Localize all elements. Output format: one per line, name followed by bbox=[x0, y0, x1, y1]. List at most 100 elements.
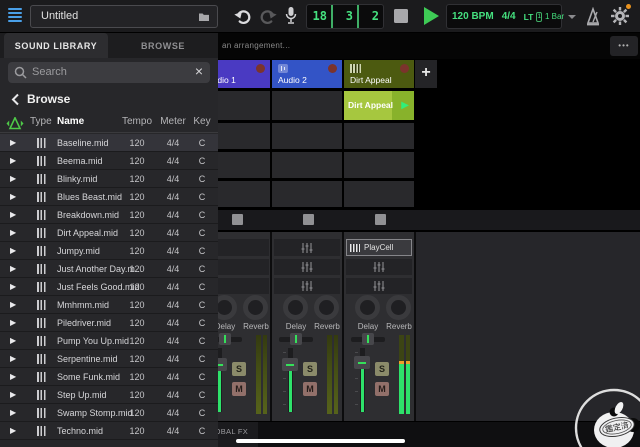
reverb-knob[interactable] bbox=[386, 295, 411, 320]
library-file-row[interactable]: ▶ Piledriver.mid 120 4/4 C bbox=[0, 314, 218, 332]
tempo-display[interactable]: 120 BPM 4/4 LT 1 1 Bar bbox=[446, 4, 577, 29]
preview-play-icon[interactable]: ▶ bbox=[10, 246, 16, 255]
preview-play-icon[interactable]: ▶ bbox=[10, 210, 16, 219]
mute-button[interactable]: M bbox=[303, 382, 317, 396]
preview-play-icon[interactable]: ▶ bbox=[10, 192, 16, 201]
delay-knob[interactable] bbox=[283, 295, 308, 320]
horizontal-scrollbar[interactable] bbox=[236, 439, 405, 443]
library-file-row[interactable]: ▶ Dirt Appeal.mid 120 4/4 C bbox=[0, 224, 218, 242]
stop-clip-button[interactable] bbox=[303, 214, 314, 225]
pan-handle[interactable] bbox=[219, 333, 231, 345]
track-header-dirt-appeal[interactable]: Dirt Appeal bbox=[344, 60, 414, 88]
device-slot[interactable] bbox=[274, 259, 340, 275]
record-arm-icon[interactable] bbox=[256, 64, 265, 73]
library-file-row[interactable]: ▶ Swamp Stomp.mid 120 4/4 C bbox=[0, 404, 218, 422]
folder-icon[interactable] bbox=[198, 12, 210, 22]
tab-sound-library[interactable]: SOUND LIBRARY bbox=[4, 33, 108, 58]
empty-clip-slot[interactable] bbox=[218, 91, 270, 120]
reverb-knob[interactable] bbox=[314, 295, 339, 320]
empty-clip-slot[interactable] bbox=[344, 123, 414, 149]
reverb-knob[interactable] bbox=[243, 295, 268, 320]
empty-clip-slot[interactable] bbox=[218, 181, 270, 207]
track-header-audio-1[interactable]: Audio 1 bbox=[218, 60, 270, 88]
preview-play-icon[interactable]: ▶ bbox=[10, 318, 16, 327]
column-name[interactable]: Name bbox=[57, 116, 84, 127]
metronome-icon[interactable] bbox=[584, 7, 602, 26]
global-fx-tab[interactable]: GLOBAL FX bbox=[218, 422, 258, 447]
projects-list-icon[interactable] bbox=[8, 8, 22, 24]
mute-button[interactable]: M bbox=[375, 382, 389, 396]
pan-handle[interactable] bbox=[362, 333, 374, 345]
column-tempo[interactable]: Tempo bbox=[120, 116, 154, 127]
library-file-row[interactable]: ▶ Some Funk.mid 120 4/4 C bbox=[0, 368, 218, 386]
preview-play-icon[interactable]: ▶ bbox=[10, 174, 16, 183]
clip-dirt-appeal[interactable]: Dirt Appeal ▶ bbox=[344, 91, 414, 120]
preview-play-icon[interactable]: ▶ bbox=[10, 426, 16, 435]
empty-clip-slot[interactable] bbox=[344, 181, 414, 207]
clear-search-icon[interactable]: × bbox=[195, 63, 203, 79]
fader-handle[interactable] bbox=[354, 356, 370, 369]
column-type[interactable]: Type bbox=[30, 116, 52, 127]
column-key[interactable]: Key bbox=[191, 116, 213, 127]
preview-play-icon[interactable]: ▶ bbox=[10, 282, 16, 291]
empty-clip-slot[interactable] bbox=[272, 181, 342, 207]
library-file-row[interactable]: ▶ Techno.mid 120 4/4 C bbox=[0, 422, 218, 440]
playcell-device-slot[interactable]: PlayCell bbox=[346, 239, 412, 256]
solo-button[interactable]: S bbox=[232, 362, 246, 376]
song-position-display[interactable]: 18 3 2 bbox=[306, 4, 384, 29]
stop-clip-button[interactable] bbox=[375, 214, 386, 225]
library-file-row[interactable]: ▶ Just Feels Good.mid 120 4/4 C bbox=[0, 278, 218, 296]
library-file-row[interactable]: ▶ Serpentine.mid 120 4/4 C bbox=[0, 350, 218, 368]
clip-play-icon[interactable]: ▶ bbox=[401, 100, 409, 111]
solo-button[interactable]: S bbox=[303, 362, 317, 376]
device-slot[interactable] bbox=[346, 278, 412, 294]
library-file-row[interactable]: ▶ Blinky.mid 120 4/4 C bbox=[0, 170, 218, 188]
preview-play-icon[interactable]: ▶ bbox=[10, 300, 16, 309]
library-file-row[interactable]: ▶ Baseline.mid 120 4/4 C bbox=[0, 134, 218, 152]
microphone-icon[interactable] bbox=[284, 6, 298, 26]
library-file-row[interactable]: ▶ Step Up.mid 120 4/4 C bbox=[0, 386, 218, 404]
empty-clip-slot[interactable] bbox=[344, 152, 414, 178]
device-slot[interactable] bbox=[218, 278, 269, 294]
browse-back-row[interactable]: Browse bbox=[0, 89, 218, 109]
library-file-row[interactable]: ▶ Beema.mid 120 4/4 C bbox=[0, 152, 218, 170]
redo-icon[interactable] bbox=[258, 7, 278, 27]
device-slot[interactable] bbox=[274, 239, 340, 256]
add-track-button[interactable]: + bbox=[415, 60, 437, 88]
preview-play-icon[interactable]: ▶ bbox=[10, 372, 16, 381]
track-header-audio-2[interactable]: Audio 2 bbox=[272, 60, 342, 88]
mute-button[interactable]: M bbox=[232, 382, 246, 396]
fader-handle[interactable] bbox=[282, 358, 298, 371]
empty-clip-slot[interactable] bbox=[218, 123, 270, 149]
device-slot[interactable] bbox=[218, 239, 269, 256]
device-slot[interactable] bbox=[346, 259, 412, 275]
preview-play-icon[interactable]: ▶ bbox=[10, 408, 16, 417]
library-file-row[interactable]: ▶ Blues Beast.mid 120 4/4 C bbox=[0, 188, 218, 206]
device-slot[interactable] bbox=[274, 278, 340, 294]
delay-knob[interactable] bbox=[218, 295, 237, 320]
empty-clip-slot[interactable] bbox=[272, 91, 342, 120]
library-file-row[interactable]: ▶ Breakdown.mid 120 4/4 C bbox=[0, 206, 218, 224]
column-meter[interactable]: Meter bbox=[158, 116, 188, 127]
stop-button[interactable] bbox=[394, 9, 408, 23]
tab-browse[interactable]: BROWSE bbox=[108, 33, 218, 58]
pan-handle[interactable] bbox=[290, 333, 302, 345]
record-arm-icon[interactable] bbox=[400, 64, 409, 73]
preview-play-icon[interactable]: ▶ bbox=[10, 264, 16, 273]
solo-button[interactable]: S bbox=[375, 362, 389, 376]
settings-gear-icon[interactable] bbox=[610, 6, 630, 26]
undo-icon[interactable] bbox=[233, 7, 253, 27]
library-file-row[interactable]: ▶ Mmhmm.mid 120 4/4 C bbox=[0, 296, 218, 314]
library-file-row[interactable]: ▶ Jumpy.mid 120 4/4 C bbox=[0, 242, 218, 260]
project-title-field[interactable]: Untitled bbox=[30, 5, 218, 28]
preview-play-icon[interactable]: ▶ bbox=[10, 156, 16, 165]
arrangement-bar[interactable]: an arrangement... ••• bbox=[218, 33, 640, 59]
search-input[interactable]: Search × bbox=[8, 62, 210, 83]
record-arm-icon[interactable] bbox=[328, 64, 337, 73]
empty-clip-slot[interactable] bbox=[272, 152, 342, 178]
more-options-button[interactable]: ••• bbox=[610, 36, 638, 56]
empty-clip-slot[interactable] bbox=[218, 152, 270, 178]
preview-play-icon[interactable]: ▶ bbox=[10, 336, 16, 345]
preview-play-icon[interactable]: ▶ bbox=[10, 228, 16, 237]
library-file-row[interactable]: ▶ Pump You Up.mid 120 4/4 C bbox=[0, 332, 218, 350]
